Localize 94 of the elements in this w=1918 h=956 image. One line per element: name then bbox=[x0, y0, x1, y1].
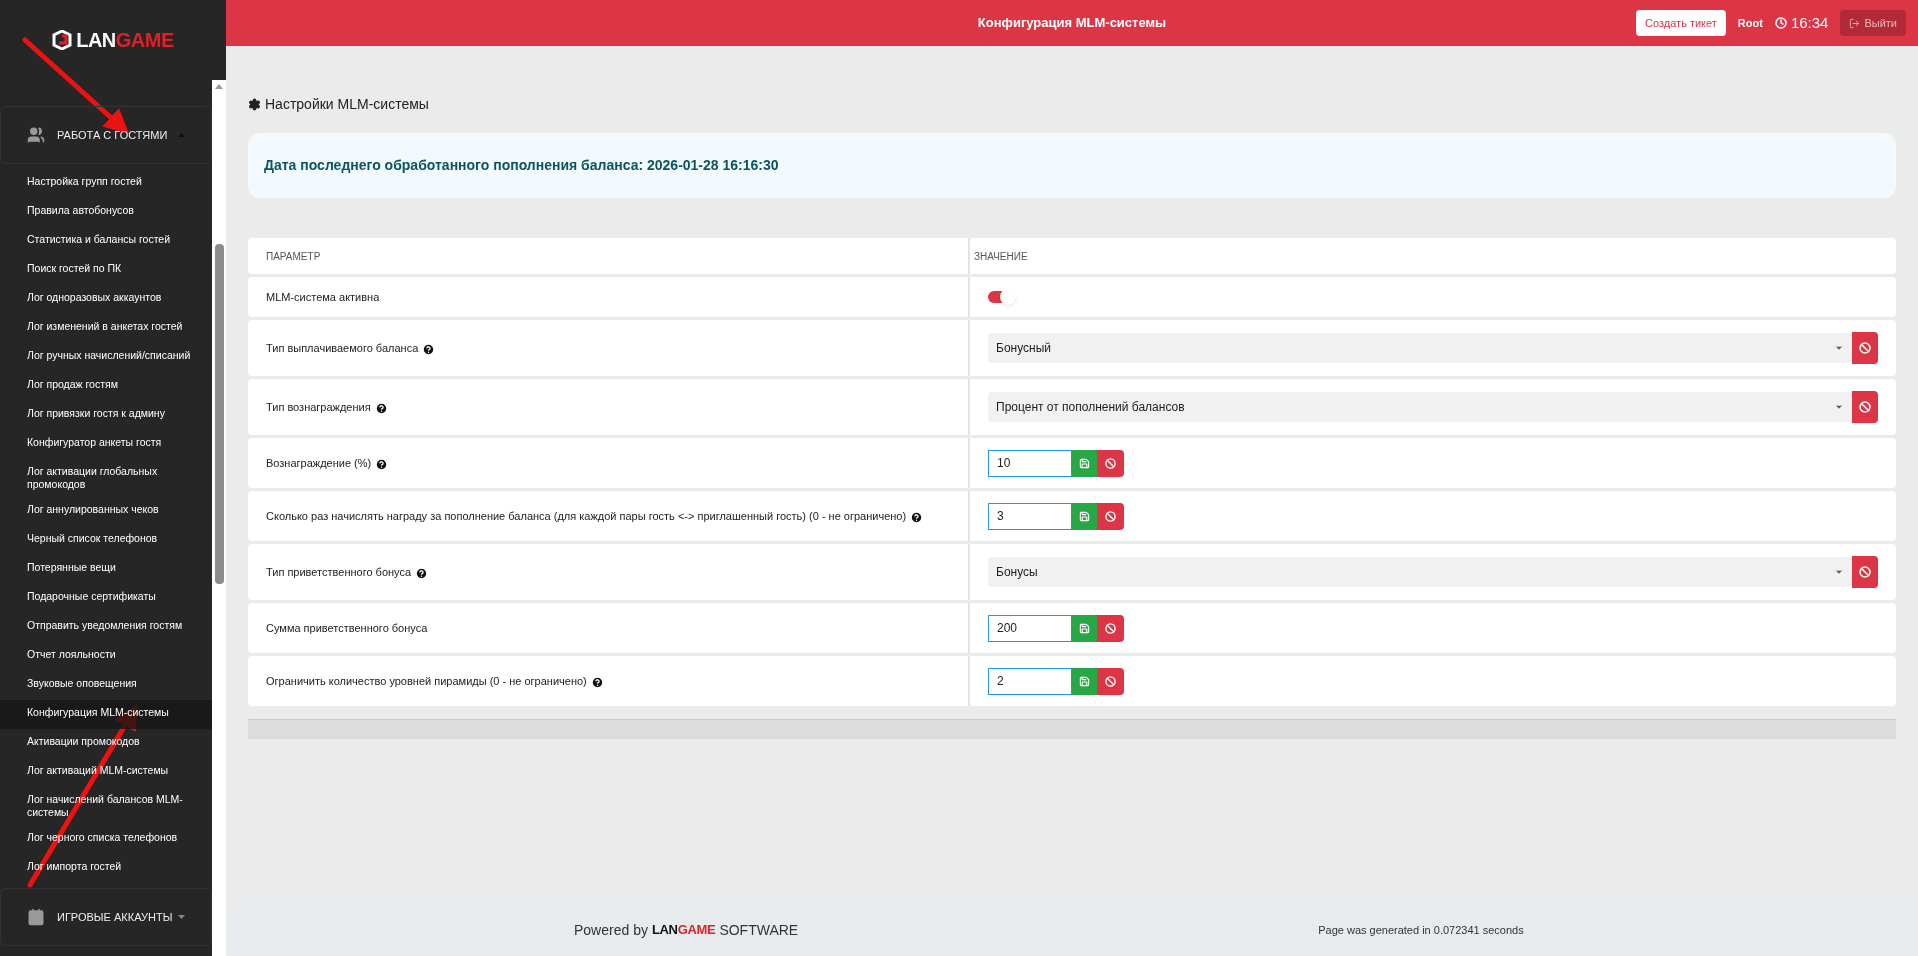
user-name: Root bbox=[1737, 15, 1763, 31]
users-icon bbox=[27, 126, 45, 144]
sidebar-item[interactable]: Конфигуратор анкеты гостя bbox=[0, 430, 212, 459]
number-field[interactable]: 200 bbox=[988, 614, 1072, 642]
sidebar-item[interactable]: Лог продаж гостям bbox=[0, 372, 212, 401]
save-icon bbox=[1079, 622, 1090, 634]
sidebar-item[interactable]: Черный список телефонов bbox=[0, 526, 212, 555]
ban-icon bbox=[1105, 457, 1116, 469]
langame-logo: LANGAME bbox=[76, 28, 174, 53]
help-icon bbox=[910, 510, 924, 524]
sidebar-item[interactable]: Лог аннулированных чеков bbox=[0, 497, 212, 526]
column-header: ПАРАМЕТР bbox=[248, 238, 970, 274]
number-field[interactable]: 10 bbox=[988, 449, 1072, 477]
cancel-button[interactable] bbox=[1097, 449, 1124, 477]
logout-button[interactable]: Выйти bbox=[1840, 9, 1906, 37]
sidebar-item[interactable]: Лог изменений в анкетах гостей bbox=[0, 314, 212, 343]
save-button[interactable] bbox=[1072, 667, 1097, 695]
create-ticket-button[interactable]: Создать тикет bbox=[1636, 9, 1726, 37]
sidebar-item[interactable]: Статистика и балансы гостей bbox=[0, 227, 212, 256]
help-icon bbox=[374, 401, 388, 415]
select-field[interactable]: Бонусы bbox=[988, 557, 1852, 587]
parameter-label: Ограничить количество уровней пирамиды (0 - не ограничено) bbox=[266, 673, 604, 689]
powered-by-text: Powered by bbox=[574, 920, 648, 940]
gear-icon bbox=[248, 98, 261, 111]
help-icon bbox=[590, 675, 604, 689]
sidebar-item[interactable]: Лог активации глобальных промокодов bbox=[0, 459, 212, 497]
help-icon bbox=[415, 566, 429, 580]
save-icon bbox=[1079, 510, 1090, 522]
sidebar-item[interactable]: Правила автобонусов bbox=[0, 198, 212, 227]
number-field[interactable]: 3 bbox=[988, 502, 1072, 530]
generation-time: Page was generated in 0.072341 seconds bbox=[1318, 922, 1524, 938]
sidebar-item[interactable]: Подарочные сертификаты bbox=[0, 584, 212, 613]
parameter-label: Сколько раз начислять награду за пополнение баланса (для каждой пары гость <-> приглашенный гость) (0 - не ограничено) bbox=[266, 508, 924, 524]
page-header-title: Конфигурация MLM-системы bbox=[977, 14, 1167, 33]
parameter-label: Тип приветственного бонуса bbox=[266, 564, 429, 580]
sidebar-item[interactable]: Звуковые оповещения bbox=[0, 671, 212, 700]
sidebar-item[interactable]: Отправить уведомления гостям bbox=[0, 613, 212, 642]
group-label: ИГРОВЫЕ АККАУНТЫ bbox=[57, 909, 174, 925]
cancel-button[interactable] bbox=[1097, 502, 1124, 530]
contact-card-icon bbox=[27, 908, 45, 926]
caret-icon bbox=[178, 915, 185, 919]
sidebar-item[interactable]: Лог ручных начислений/списаний bbox=[0, 343, 212, 372]
parameter-label: Тип вознаграждения bbox=[266, 399, 388, 415]
save-button[interactable] bbox=[1072, 614, 1097, 642]
ban-icon bbox=[1105, 510, 1116, 522]
clock-icon bbox=[1774, 17, 1787, 29]
parameter-label: MLM-система активна bbox=[266, 290, 380, 305]
sidebar-group[interactable]: РАБОТА С ГОСТЯМИ bbox=[0, 106, 212, 164]
select-field[interactable]: Бонусный bbox=[988, 333, 1852, 363]
save-icon bbox=[1079, 457, 1090, 469]
ban-icon bbox=[1105, 675, 1116, 687]
clear-button[interactable] bbox=[1852, 556, 1878, 588]
caret-icon bbox=[1834, 402, 1844, 412]
scroll-up-icon[interactable] bbox=[215, 84, 223, 89]
sidebar-group[interactable]: ИГРОВЫЕ АККАУНТЫ bbox=[0, 888, 212, 946]
toggle-switch[interactable] bbox=[988, 291, 1014, 303]
sidebar-item[interactable]: Лог одноразовых аккаунтов bbox=[0, 285, 212, 314]
logo-icon bbox=[52, 30, 73, 50]
parameter-label: Вознаграждение (%) bbox=[266, 455, 389, 471]
clear-button[interactable] bbox=[1852, 332, 1878, 364]
caret-icon bbox=[1834, 343, 1844, 353]
sidebar-item[interactable]: Поиск гостей по ПК bbox=[0, 256, 212, 285]
sidebar-item[interactable]: Лог привязки гостя к админу bbox=[0, 401, 212, 430]
logout-icon bbox=[1849, 17, 1861, 29]
scrollbar[interactable] bbox=[212, 80, 226, 956]
langame-logo: LANGAME bbox=[651, 921, 716, 940]
sidebar-item[interactable]: Настройка групп гостей bbox=[0, 169, 212, 198]
software-text: SOFTWARE bbox=[719, 920, 799, 940]
cancel-button[interactable] bbox=[1097, 667, 1124, 695]
clear-button[interactable] bbox=[1852, 391, 1878, 423]
number-field[interactable]: 2 bbox=[988, 667, 1072, 695]
group-label: РАБОТА С ГОСТЯМИ bbox=[57, 127, 169, 143]
cancel-button[interactable] bbox=[1097, 614, 1124, 642]
parameter-label: Сумма приветственного бонуса bbox=[266, 621, 428, 636]
help-icon bbox=[422, 342, 436, 356]
sidebar-item[interactable]: Конфигурация MLM-системы bbox=[0, 700, 212, 729]
save-button[interactable] bbox=[1072, 449, 1097, 477]
column-header: ЗНАЧЕНИЕ bbox=[973, 249, 1029, 264]
sidebar-item[interactable]: Лог активаций MLM-системы bbox=[0, 758, 212, 787]
info-text: Дата последнего обработанного пополнения баланса: 2026-01-28 16:16:30 bbox=[264, 156, 779, 175]
page-title: Настройки MLM-системы bbox=[265, 95, 429, 114]
ban-icon bbox=[1859, 401, 1871, 413]
caret-icon bbox=[1834, 567, 1844, 577]
ban-icon bbox=[1105, 622, 1116, 634]
save-button[interactable] bbox=[1072, 502, 1097, 530]
sidebar-item[interactable]: Потерянные вещи bbox=[0, 555, 212, 584]
ban-icon bbox=[1859, 566, 1871, 578]
save-icon bbox=[1079, 675, 1090, 687]
clock-time: 16:34 bbox=[1790, 12, 1829, 33]
help-icon bbox=[375, 457, 389, 471]
sidebar-item[interactable]: Отчет лояльности bbox=[0, 642, 212, 671]
parameter-label: Тип выплачиваемого баланса bbox=[266, 340, 436, 356]
select-field[interactable]: Процент от пополнений балансов bbox=[988, 392, 1852, 422]
ban-icon bbox=[1859, 342, 1871, 354]
